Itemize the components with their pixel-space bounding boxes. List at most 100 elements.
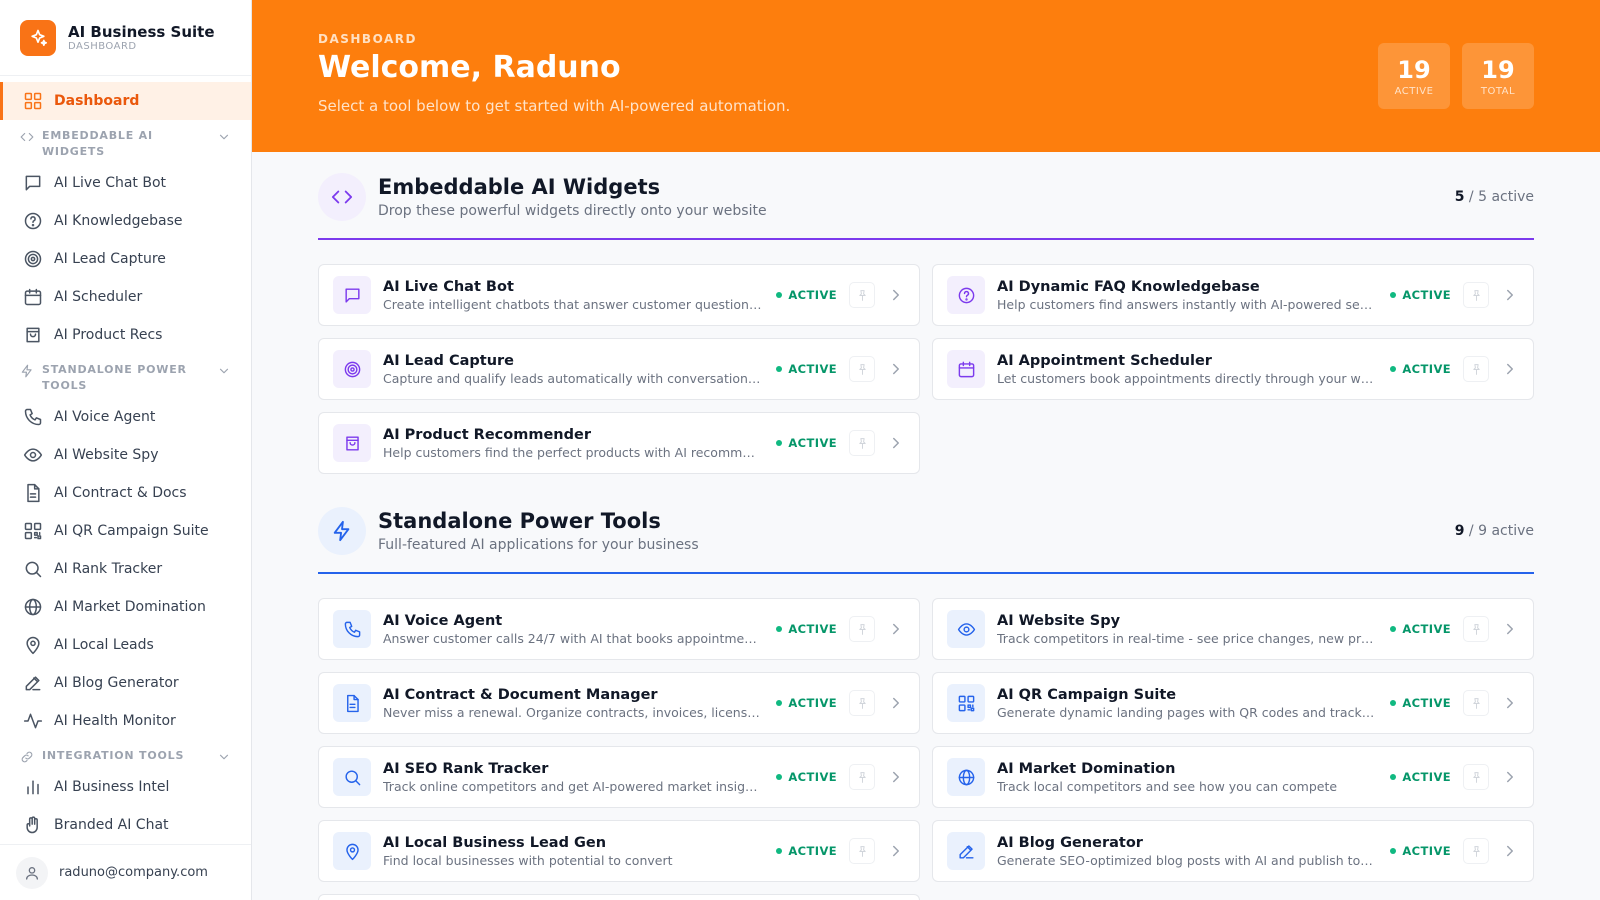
qr-icon (947, 684, 985, 722)
sidebar-item-ai-contract-docs[interactable]: AI Contract & Docs (0, 474, 251, 512)
tool-grid: AI Live Chat Bot Create intelligent chatb… (318, 264, 1534, 474)
pin-button[interactable] (1463, 764, 1489, 790)
chevron-right-icon[interactable] (887, 694, 905, 712)
status-dot (776, 626, 783, 632)
pin-button[interactable] (849, 282, 875, 308)
chevron-right-icon[interactable] (887, 620, 905, 638)
stat-total: 19 TOTAL (1462, 43, 1534, 109)
card-title: AI Website Spy (997, 612, 1121, 629)
sidebar-item-ai-local-leads[interactable]: AI Local Leads (0, 626, 251, 664)
pin-button[interactable] (849, 690, 875, 716)
pin-button[interactable] (1463, 690, 1489, 716)
chevron-right-icon[interactable] (887, 768, 905, 786)
status-label: ACTIVE (788, 436, 837, 450)
tool-card-ai-lead-capture[interactable]: AI Lead Capture Capture and qualify leads… (318, 338, 920, 400)
sidebar-item-label: AI Product Recs (54, 327, 163, 343)
chevron-right-icon[interactable] (887, 286, 905, 304)
card-body: AI Live Chat Bot Create intelligent chatb… (383, 279, 762, 312)
sidebar-item-ai-business-intel[interactable]: AI Business Intel (0, 768, 251, 806)
sidebar-item-ai-product-recs[interactable]: AI Product Recs (0, 316, 251, 354)
section-header: Embeddable AI Widgets Drop these powerful… (318, 152, 1534, 242)
sidebar-item-ai-scheduler[interactable]: AI Scheduler (0, 278, 251, 316)
calendar-icon (23, 287, 43, 307)
section-title: Standalone Power Tools (378, 509, 661, 533)
sidebar-item-ai-blog-generator[interactable]: AI Blog Generator (0, 664, 251, 702)
chevron-right-icon[interactable] (887, 434, 905, 452)
tool-card-ai-dynamic-faq-knowledgebase[interactable]: AI Dynamic FAQ Knowledgebase Help custome… (932, 264, 1534, 326)
sidebar-item-ai-rank-tracker[interactable]: AI Rank Tracker (0, 550, 251, 588)
tool-card-ai-appointment-scheduler[interactable]: AI Appointment Scheduler Let customers bo… (932, 338, 1534, 400)
tool-card-ai-live-chat-bot[interactable]: AI Live Chat Bot Create intelligent chatb… (318, 264, 920, 326)
sidebar-item-ai-health-monitor[interactable]: AI Health Monitor (0, 702, 251, 740)
chevron-right-icon[interactable] (887, 842, 905, 860)
chevron-right-icon[interactable] (1501, 360, 1519, 378)
pin-button[interactable] (849, 616, 875, 642)
status-badge: ACTIVE (776, 288, 837, 302)
card-title: AI Local Business Lead Gen (383, 834, 607, 851)
nav-group-embeddable-ai-widgets[interactable]: EMBEDDABLE AI WIDGETS (0, 120, 251, 164)
pin-button[interactable] (1463, 616, 1489, 642)
tool-card-ai-contract-document-manager[interactable]: AI Contract & Document Manager Never miss… (318, 672, 920, 734)
status-badge: ACTIVE (776, 362, 837, 376)
pin-icon (1472, 623, 1480, 635)
chevron-down-icon[interactable] (217, 130, 231, 144)
globe-icon (947, 758, 985, 796)
status-dot (776, 848, 783, 854)
pin-button[interactable] (849, 430, 875, 456)
chevron-right-icon[interactable] (1501, 842, 1519, 860)
status-label: ACTIVE (788, 288, 837, 302)
card-description: Track competitors in real-time - see pri… (997, 630, 1377, 646)
nav-group-standalone-power-tools[interactable]: STANDALONE POWER TOOLS (0, 354, 251, 398)
sidebar-item-ai-market-domination[interactable]: AI Market Domination (0, 588, 251, 626)
tool-card-ai-product-recommender[interactable]: AI Product Recommender Help customers fin… (318, 412, 920, 474)
sidebar-item-ai-knowledgebase[interactable]: AI Knowledgebase (0, 202, 251, 240)
card-title: AI Blog Generator (997, 834, 1143, 851)
tool-card-ai-qr-campaign-suite[interactable]: AI QR Campaign Suite Generate dynamic lan… (932, 672, 1534, 734)
pin-button[interactable] (849, 838, 875, 864)
pin-button[interactable] (849, 764, 875, 790)
section-text: Standalone Power Tools Full-featured AI a… (378, 509, 699, 553)
tool-card-ai-market-domination[interactable]: AI Market Domination Track local competit… (932, 746, 1534, 808)
brand-header: AI Business Suite DASHBOARD (0, 0, 251, 76)
sidebar-item-ai-qr-campaign-suite[interactable]: AI QR Campaign Suite (0, 512, 251, 550)
nav-group-label: STANDALONE POWER TOOLS (42, 363, 187, 392)
tool-card-ai-local-business-lead-gen[interactable]: AI Local Business Lead Gen Find local bus… (318, 820, 920, 882)
sidebar-item-ai-lead-capture[interactable]: AI Lead Capture (0, 240, 251, 278)
pin-button[interactable] (1463, 838, 1489, 864)
sidebar-item-ai-live-chat-bot[interactable]: AI Live Chat Bot (0, 164, 251, 202)
card-title: AI Product Recommender (383, 426, 591, 443)
tool-card-ai-blog-generator[interactable]: AI Blog Generator Generate SEO-optimized … (932, 820, 1534, 882)
sparkles-logo-icon (20, 19, 56, 56)
sidebar-item-dashboard[interactable]: Dashboard (0, 82, 251, 120)
chevron-down-icon[interactable] (217, 750, 231, 764)
status-label: ACTIVE (788, 362, 837, 376)
pin-button[interactable] (1463, 356, 1489, 382)
tool-card-partial[interactable] (318, 894, 920, 900)
card-description: Generate SEO-optimized blog posts with A… (997, 852, 1376, 868)
card-title: AI Live Chat Bot (383, 278, 514, 295)
sidebar-item-ai-voice-agent[interactable]: AI Voice Agent (0, 398, 251, 436)
card-title: AI SEO Rank Tracker (383, 760, 549, 777)
chevron-down-icon[interactable] (217, 364, 231, 378)
chevron-right-icon[interactable] (887, 360, 905, 378)
chevron-right-icon[interactable] (1501, 620, 1519, 638)
chevron-right-icon[interactable] (1501, 694, 1519, 712)
pin-button[interactable] (1463, 282, 1489, 308)
sidebar-item-branded-ai-chat[interactable]: Branded AI Chat (0, 806, 251, 844)
pin-icon (1472, 697, 1480, 709)
status-badge: ACTIVE (1390, 288, 1451, 302)
nav-group-integration-tools[interactable]: INTEGRATION TOOLS (0, 740, 251, 768)
page-subtitle: Select a tool below to get started with … (318, 97, 791, 115)
chevron-right-icon[interactable] (1501, 768, 1519, 786)
pin-button[interactable] (849, 356, 875, 382)
user-account[interactable]: raduno@company.com (0, 844, 251, 900)
tool-card-ai-voice-agent[interactable]: AI Voice Agent Answer customer calls 24/7… (318, 598, 920, 660)
status-dot (776, 440, 783, 446)
chevron-right-icon[interactable] (1501, 286, 1519, 304)
tool-card-ai-website-spy[interactable]: AI Website Spy Track competitors in real-… (932, 598, 1534, 660)
status-badge: ACTIVE (1390, 844, 1451, 858)
pin-icon (858, 363, 866, 375)
sidebar: AI Business Suite DASHBOARD Dashboard EM… (0, 0, 252, 900)
sidebar-item-ai-website-spy[interactable]: AI Website Spy (0, 436, 251, 474)
tool-card-ai-seo-rank-tracker[interactable]: AI SEO Rank Tracker Track online competit… (318, 746, 920, 808)
